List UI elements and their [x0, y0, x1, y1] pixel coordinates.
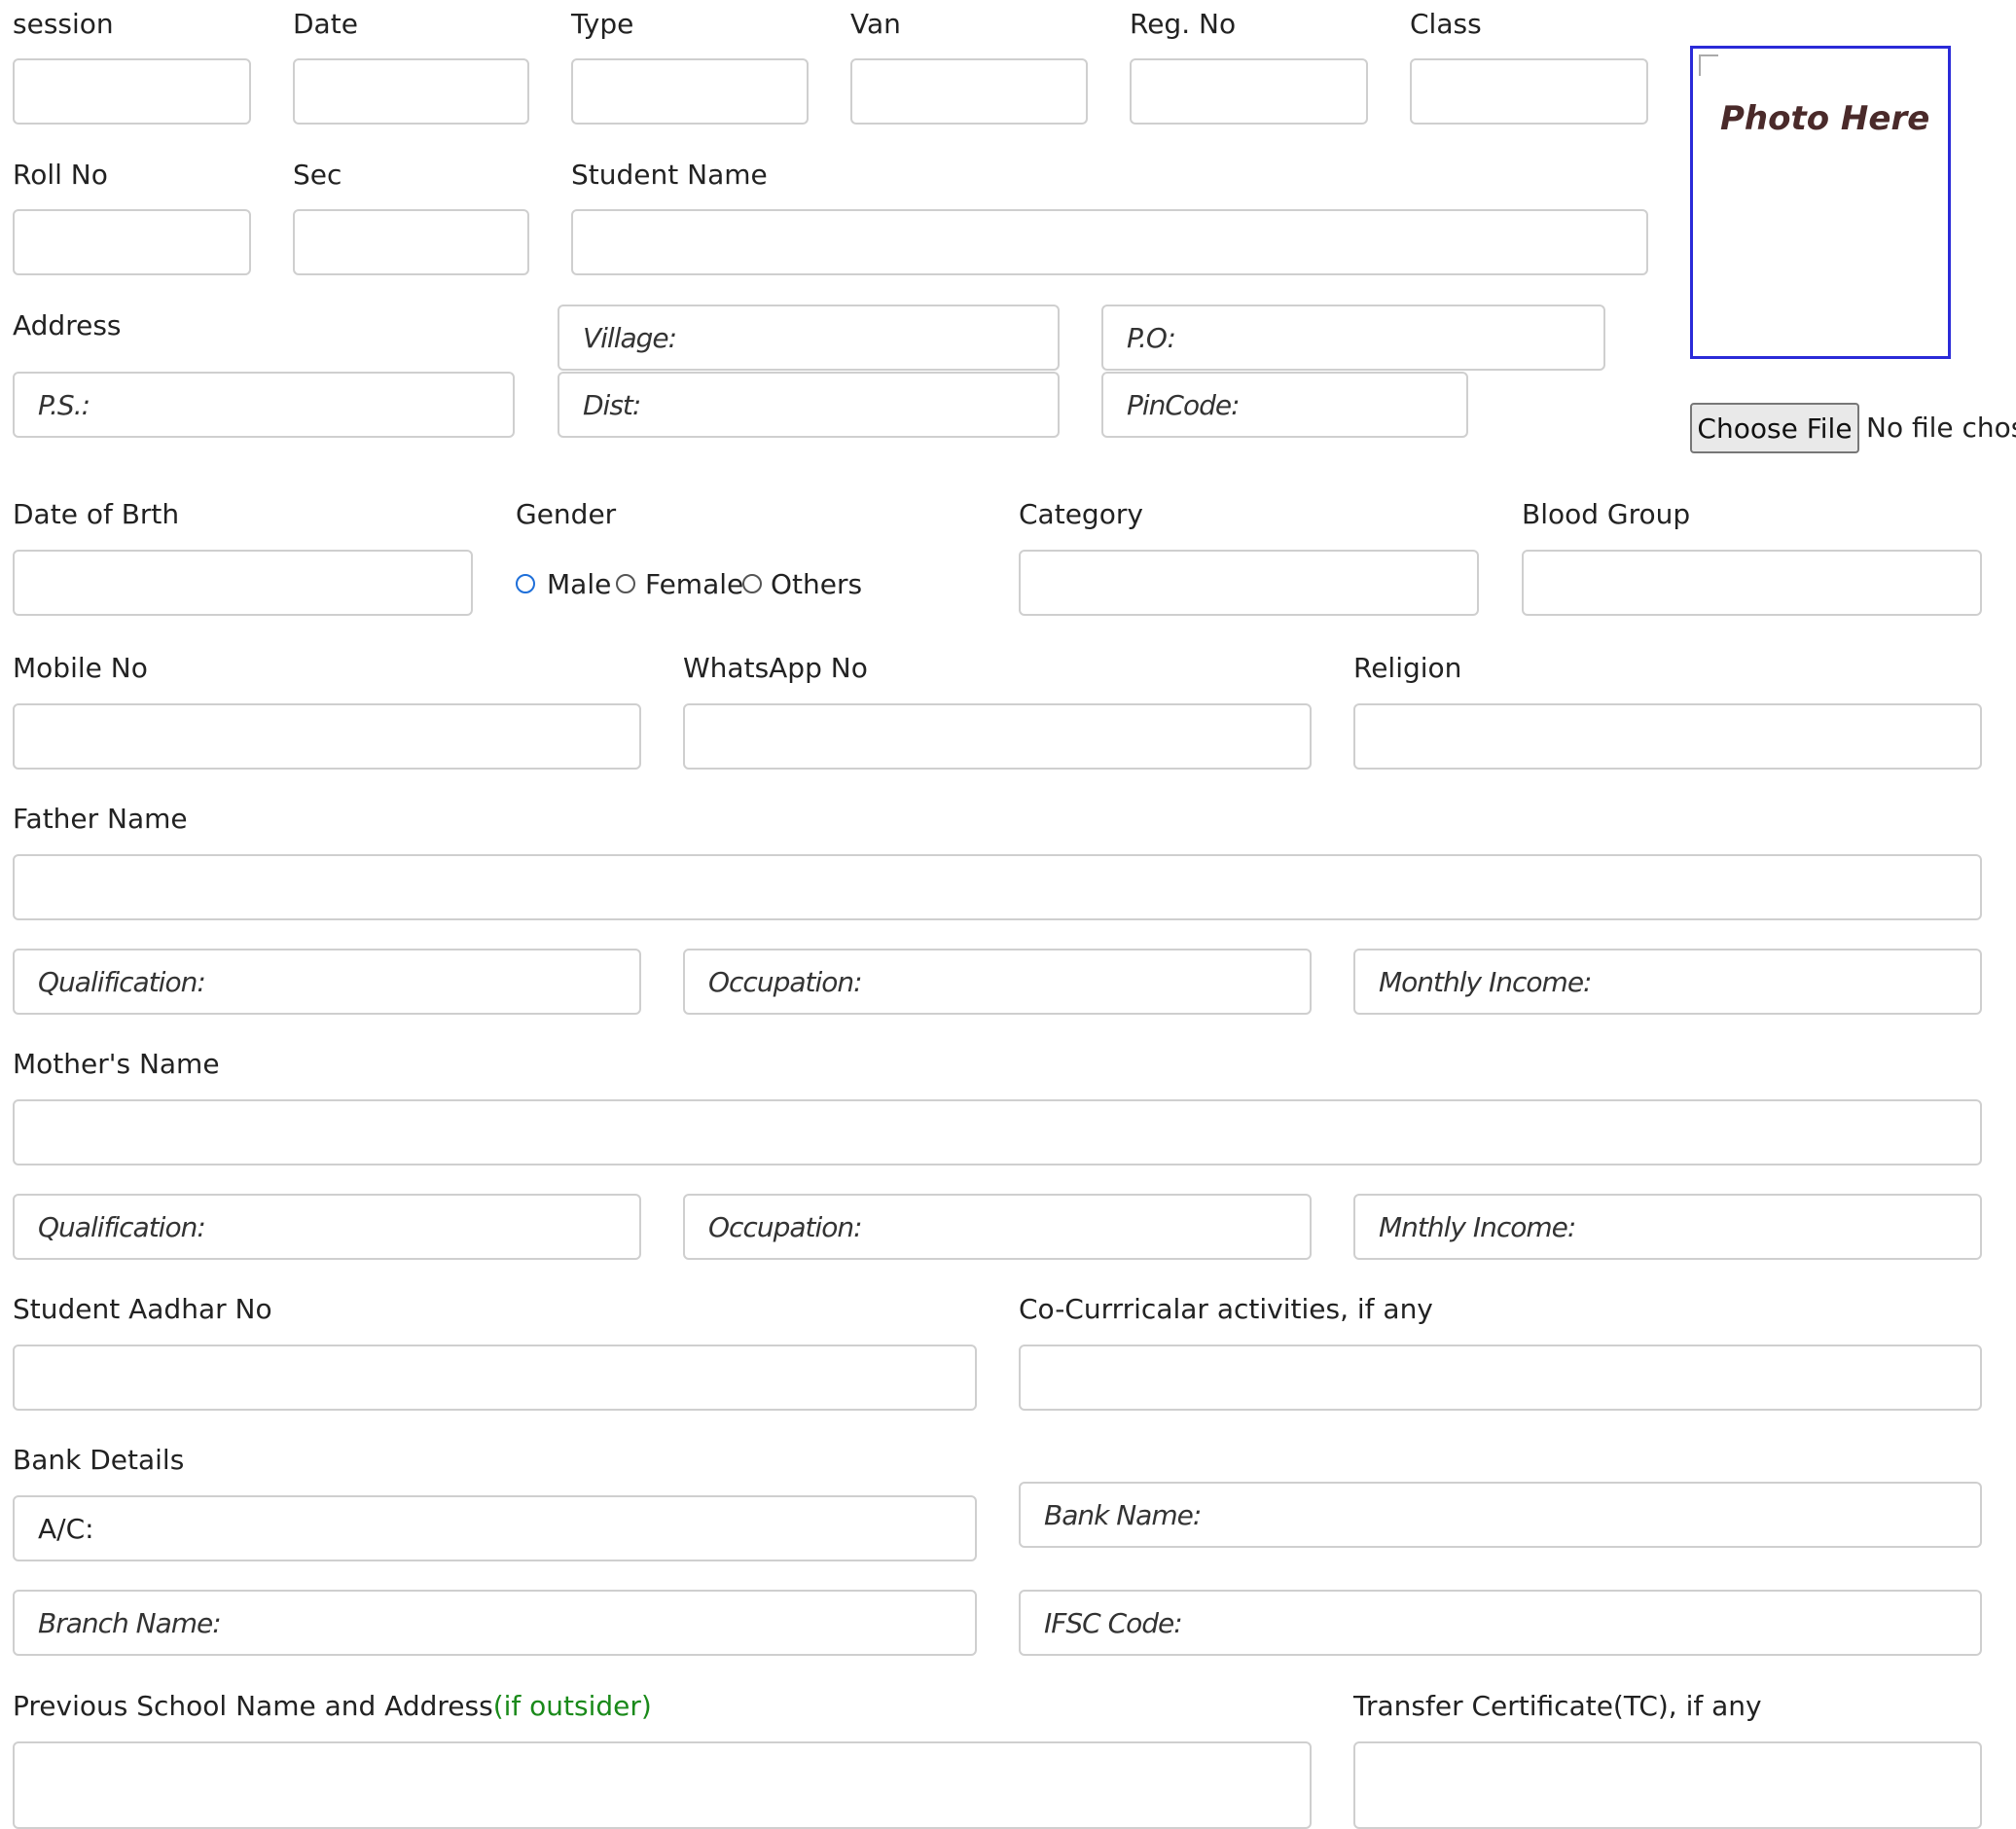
mobile-input[interactable] [13, 703, 641, 770]
reg-no-input[interactable] [1130, 58, 1368, 125]
previous-school-label-text: Previous School Name and Address [13, 1690, 493, 1722]
dob-input[interactable] [13, 550, 473, 616]
bank-name-input[interactable] [1019, 1482, 1982, 1548]
mother-occupation-input[interactable] [683, 1194, 1312, 1260]
session-label: session [13, 8, 114, 40]
whatsapp-input[interactable] [683, 703, 1312, 770]
previous-school-note: (if outsider) [492, 1690, 652, 1722]
gender-female-radio[interactable] [616, 574, 635, 593]
admission-form: session Date Type Van Reg. No Class Phot… [0, 0, 2016, 1829]
sec-label: Sec [293, 159, 342, 191]
branch-name-input[interactable] [13, 1590, 977, 1656]
mother-income-input[interactable] [1353, 1194, 1982, 1260]
gender-male-label: Male [547, 568, 612, 600]
father-qualification-input[interactable] [13, 949, 641, 1015]
account-number-input[interactable] [13, 1495, 977, 1561]
ps-input[interactable] [13, 372, 515, 438]
blood-group-label: Blood Group [1522, 498, 1691, 530]
date-input[interactable] [293, 58, 529, 125]
aadhar-input[interactable] [13, 1345, 977, 1411]
class-input[interactable] [1410, 58, 1648, 125]
father-name-input[interactable] [13, 854, 1982, 920]
roll-no-label: Roll No [13, 159, 108, 191]
po-input[interactable] [1101, 305, 1605, 371]
photo-placeholder-text: Photo Here [1720, 99, 1930, 138]
gender-label: Gender [516, 498, 617, 530]
aadhar-label: Student Aadhar No [13, 1293, 272, 1325]
choose-file-button[interactable]: Choose File [1690, 403, 1859, 453]
photo-preview: Photo Here [1690, 46, 1951, 359]
cocurricular-input[interactable] [1019, 1345, 1982, 1411]
dist-input[interactable] [558, 372, 1060, 438]
village-input[interactable] [558, 305, 1060, 371]
class-label: Class [1410, 8, 1482, 40]
student-name-input[interactable] [571, 209, 1648, 275]
type-label: Type [571, 8, 634, 40]
father-income-input[interactable] [1353, 949, 1982, 1015]
session-input[interactable] [13, 58, 251, 125]
ifsc-code-input[interactable] [1019, 1590, 1982, 1656]
mother-name-label: Mother's Name [13, 1048, 220, 1080]
gender-female-label: Female [645, 568, 744, 600]
type-input[interactable] [571, 58, 809, 125]
tc-input[interactable] [1353, 1741, 1982, 1829]
file-status-text: No file chos [1866, 412, 2016, 444]
previous-school-label: Previous School Name and Address(if outs… [13, 1690, 652, 1723]
address-label: Address [13, 309, 122, 341]
mother-name-input[interactable] [13, 1099, 1982, 1166]
roll-no-input[interactable] [13, 209, 251, 275]
category-label: Category [1019, 498, 1143, 530]
van-label: Van [850, 8, 901, 40]
previous-school-input[interactable] [13, 1741, 1312, 1829]
tc-label: Transfer Certificate(TC), if any [1353, 1690, 1762, 1722]
category-input[interactable] [1019, 550, 1479, 616]
reg-no-label: Reg. No [1130, 8, 1237, 40]
pincode-input[interactable] [1101, 372, 1468, 438]
father-occupation-input[interactable] [683, 949, 1312, 1015]
dob-label: Date of Brth [13, 498, 180, 530]
mother-qualification-input[interactable] [13, 1194, 641, 1260]
religion-input[interactable] [1353, 703, 1982, 770]
mobile-label: Mobile No [13, 652, 148, 684]
religion-label: Religion [1353, 652, 1462, 684]
date-label: Date [293, 8, 358, 40]
father-name-label: Father Name [13, 803, 188, 835]
gender-others-label: Others [771, 568, 863, 600]
cocurricular-label: Co-Currricalar activities, if any [1019, 1293, 1433, 1325]
blood-group-input[interactable] [1522, 550, 1982, 616]
van-input[interactable] [850, 58, 1088, 125]
student-name-label: Student Name [571, 159, 768, 191]
broken-image-icon [1699, 54, 1718, 76]
bank-details-label: Bank Details [13, 1444, 185, 1476]
gender-male-radio[interactable] [516, 574, 535, 593]
whatsapp-label: WhatsApp No [683, 652, 868, 684]
sec-input[interactable] [293, 209, 529, 275]
gender-others-radio[interactable] [742, 574, 762, 593]
